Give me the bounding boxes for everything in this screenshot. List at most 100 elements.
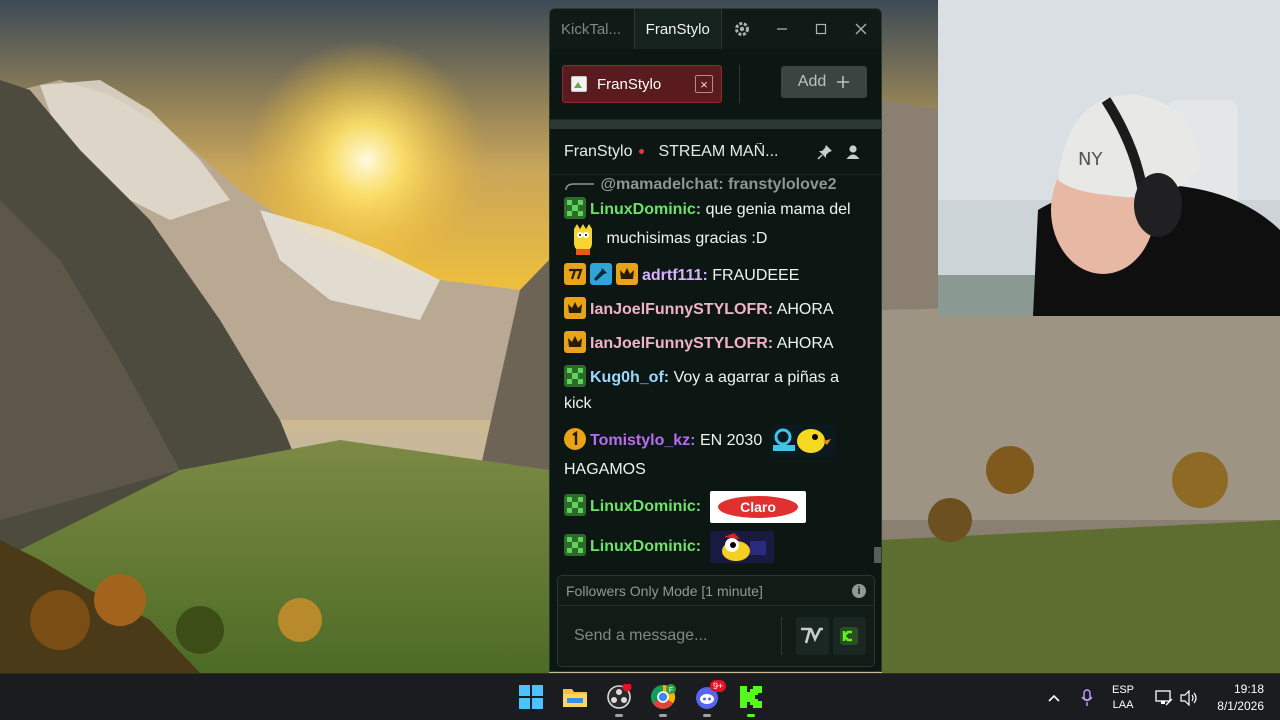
volume-icon[interactable] [1180, 674, 1198, 720]
chat-username[interactable]: LinuxDominic: [590, 201, 701, 218]
chat-username[interactable]: LinuxDominic: [590, 498, 701, 515]
message-text-continued: HAGAMOS [564, 461, 646, 478]
running-indicator [615, 714, 623, 717]
svg-text:F: F [669, 687, 673, 694]
language-bottom: LAA [1112, 698, 1134, 711]
running-indicator [747, 714, 755, 717]
moderator-badge-icon [590, 263, 612, 285]
language-indicator[interactable]: ESP LAA [1112, 674, 1134, 720]
vip-crown-icon [616, 263, 638, 285]
maximize-icon[interactable] [801, 9, 841, 49]
clock-time: 19:18 [1233, 681, 1264, 696]
chat-message[interactable]: Kug0h_of: Voy a agarrar a piñas a kick [564, 365, 867, 417]
chat-message[interactable]: LinuxDominic: que genia mama del muchisi… [564, 197, 867, 255]
chat-username[interactable]: IanJoelFunnySTYLOFR: [590, 301, 773, 318]
bird-emote-icon [770, 425, 835, 457]
vip-crown-icon [564, 297, 586, 319]
windows-start-icon[interactable] [518, 684, 544, 710]
followers-only-text: Followers Only Mode [1 minute] [566, 582, 763, 599]
message-input[interactable] [574, 627, 781, 645]
show-hidden-icons-chevron-up-icon[interactable] [1047, 674, 1061, 720]
koopa-emote-icon [709, 531, 774, 563]
section-divider [550, 120, 881, 129]
chat-message[interactable]: LinuxDominic: [564, 531, 867, 563]
running-indicator [703, 714, 711, 717]
pin-icon[interactable] [811, 144, 839, 160]
network-icon[interactable] [1155, 674, 1173, 720]
open-channel-tab[interactable]: FranStylo × [562, 65, 722, 103]
chat-message[interactable]: adrtf111: FRAUDEEE [564, 263, 867, 289]
user-icon[interactable] [839, 144, 867, 160]
settings-icon[interactable] [722, 9, 762, 49]
file-explorer-icon[interactable] [562, 684, 588, 710]
channel-avatar-icon [571, 76, 587, 92]
reply-text: @mamadelchat: franstylolove2 [600, 176, 837, 193]
language-top: ESP [1112, 683, 1135, 696]
svg-text:NY: NY [1078, 149, 1103, 170]
chat-message[interactable]: LinuxDominic: Claro [564, 491, 867, 523]
discord-icon[interactable]: 9+ [694, 680, 727, 717]
message-text: que genia mama del [705, 201, 851, 218]
add-label: Add [797, 73, 827, 90]
kick-chat-window: KickTal... FranStylo FranStylo × Add Fra… [549, 8, 882, 672]
followers-only-notice: Followers Only Mode [1 minute] i [558, 576, 874, 606]
webcam-overlay: NY [938, 0, 1280, 316]
gift-badge-icon [564, 428, 586, 451]
divider [781, 617, 782, 655]
subscriber-badge-icon [564, 534, 586, 557]
windows-taskbar: F 9+ ESP LAA 19:18 8/1/2026 [0, 673, 1280, 720]
chrome-icon[interactable]: F [650, 684, 676, 717]
message-text: FRAUDEEE [712, 267, 800, 284]
bart-emote-icon [574, 224, 592, 255]
message-composer: Followers Only Mode [1 minute] i [557, 575, 875, 667]
reply-line-icon [565, 183, 594, 190]
message-text-continued: muchisimas gracias :D [606, 230, 768, 248]
og-badge-icon [564, 263, 586, 285]
obs-icon[interactable] [606, 682, 632, 717]
close-tab-icon[interactable]: × [695, 75, 713, 93]
vip-crown-icon [564, 331, 586, 353]
chat-username[interactable]: adrtf111: [642, 267, 708, 284]
reply-preview[interactable]: @mamadelchat: franstylolove2 [564, 175, 867, 195]
kick-emote-icon[interactable] [832, 617, 867, 655]
discord-badge: 9+ [710, 680, 727, 692]
clock-date: 8/1/2026 [1217, 698, 1264, 713]
kick-app-icon[interactable] [738, 684, 764, 717]
system-clock[interactable]: 19:18 8/1/2026 [1208, 674, 1264, 720]
info-icon[interactable]: i [852, 583, 866, 598]
chat-scrollbar[interactable] [874, 547, 881, 563]
subscriber-badge-icon [564, 494, 586, 517]
claro-emote-icon: Claro [709, 491, 806, 523]
subscriber-badge-icon [564, 365, 586, 387]
chat-message[interactable]: Tomistylo_kz: EN 2030 HAGAMOS [564, 425, 867, 483]
emote-picker-7tv-icon[interactable] [795, 617, 829, 655]
title-bar: KickTal... FranStylo [550, 9, 881, 49]
message-text: AHORA [776, 335, 834, 352]
divider [739, 65, 740, 103]
channel-tab-label: FranStylo [597, 75, 662, 93]
chat-username[interactable]: LinuxDominic: [590, 538, 701, 555]
channel-tabs-bar: FranStylo × Add [550, 49, 881, 120]
claro-emote-text: Claro [740, 499, 776, 515]
stream-header: FranStylo STREAM MAÑ... [550, 129, 881, 175]
chat-message[interactable]: IanJoelFunnySTYLOFR: AHORA [564, 331, 867, 357]
stream-channel-name[interactable]: FranStylo [564, 143, 632, 161]
running-indicator [659, 714, 667, 717]
subscriber-badge-icon [564, 197, 586, 219]
chat-username[interactable]: Kug0h_of: [590, 369, 669, 386]
close-icon[interactable] [841, 9, 881, 49]
plus-icon [837, 76, 850, 88]
message-text: AHORA [776, 301, 834, 318]
microphone-icon[interactable] [1081, 674, 1093, 720]
chat-messages[interactable]: @mamadelchat: franstylolove2 LinuxDomini… [550, 175, 875, 573]
add-channel-button[interactable]: Add [781, 66, 867, 98]
chat-username[interactable]: Tomistylo_kz: [590, 432, 696, 449]
minimize-icon[interactable] [762, 9, 802, 49]
stream-title: STREAM MAÑ... [658, 142, 779, 160]
live-indicator-icon [639, 149, 645, 154]
app-tab[interactable]: KickTal... [550, 9, 634, 49]
message-text: EN 2030 [699, 432, 763, 450]
chat-username[interactable]: IanJoelFunnySTYLOFR: [590, 335, 773, 352]
chat-message[interactable]: IanJoelFunnySTYLOFR: AHORA [564, 297, 867, 323]
channel-tab-title[interactable]: FranStylo [633, 9, 722, 49]
